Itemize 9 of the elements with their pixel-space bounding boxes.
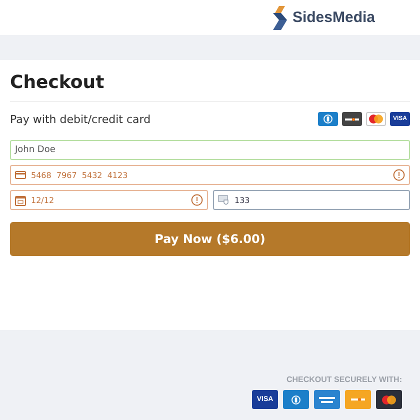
name-field[interactable]: John Doe (10, 140, 410, 160)
pay-now-button[interactable]: Pay Now ($6.00) (10, 222, 410, 256)
secure-checkout-label: CHECKOUT SECURELY WITH: (286, 375, 402, 384)
cvv-field[interactable]: 133 (212, 190, 410, 210)
page-title: Checkout (10, 72, 410, 102)
payment-method-label: Pay with debit/credit card (10, 112, 151, 126)
card-field[interactable]: 5468 7967 5432 4123 (10, 165, 410, 185)
logo-text: SidesMedia (292, 9, 375, 26)
expiry-field[interactable]: 12/12 (10, 190, 208, 210)
